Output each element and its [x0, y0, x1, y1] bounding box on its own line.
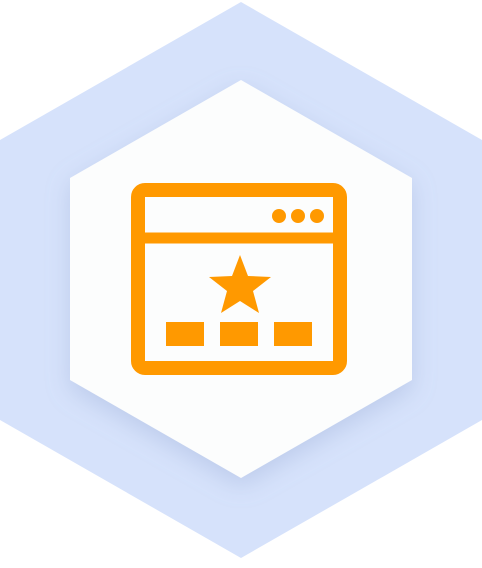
window-dot-2	[291, 209, 305, 223]
content-block-3	[274, 322, 312, 346]
feature-badge	[0, 0, 482, 568]
content-block-2	[220, 322, 258, 346]
content-block-1	[166, 322, 204, 346]
window-dot-3	[310, 209, 324, 223]
window-dot-1	[272, 209, 286, 223]
hexagon-badge-graphic	[0, 2, 482, 558]
